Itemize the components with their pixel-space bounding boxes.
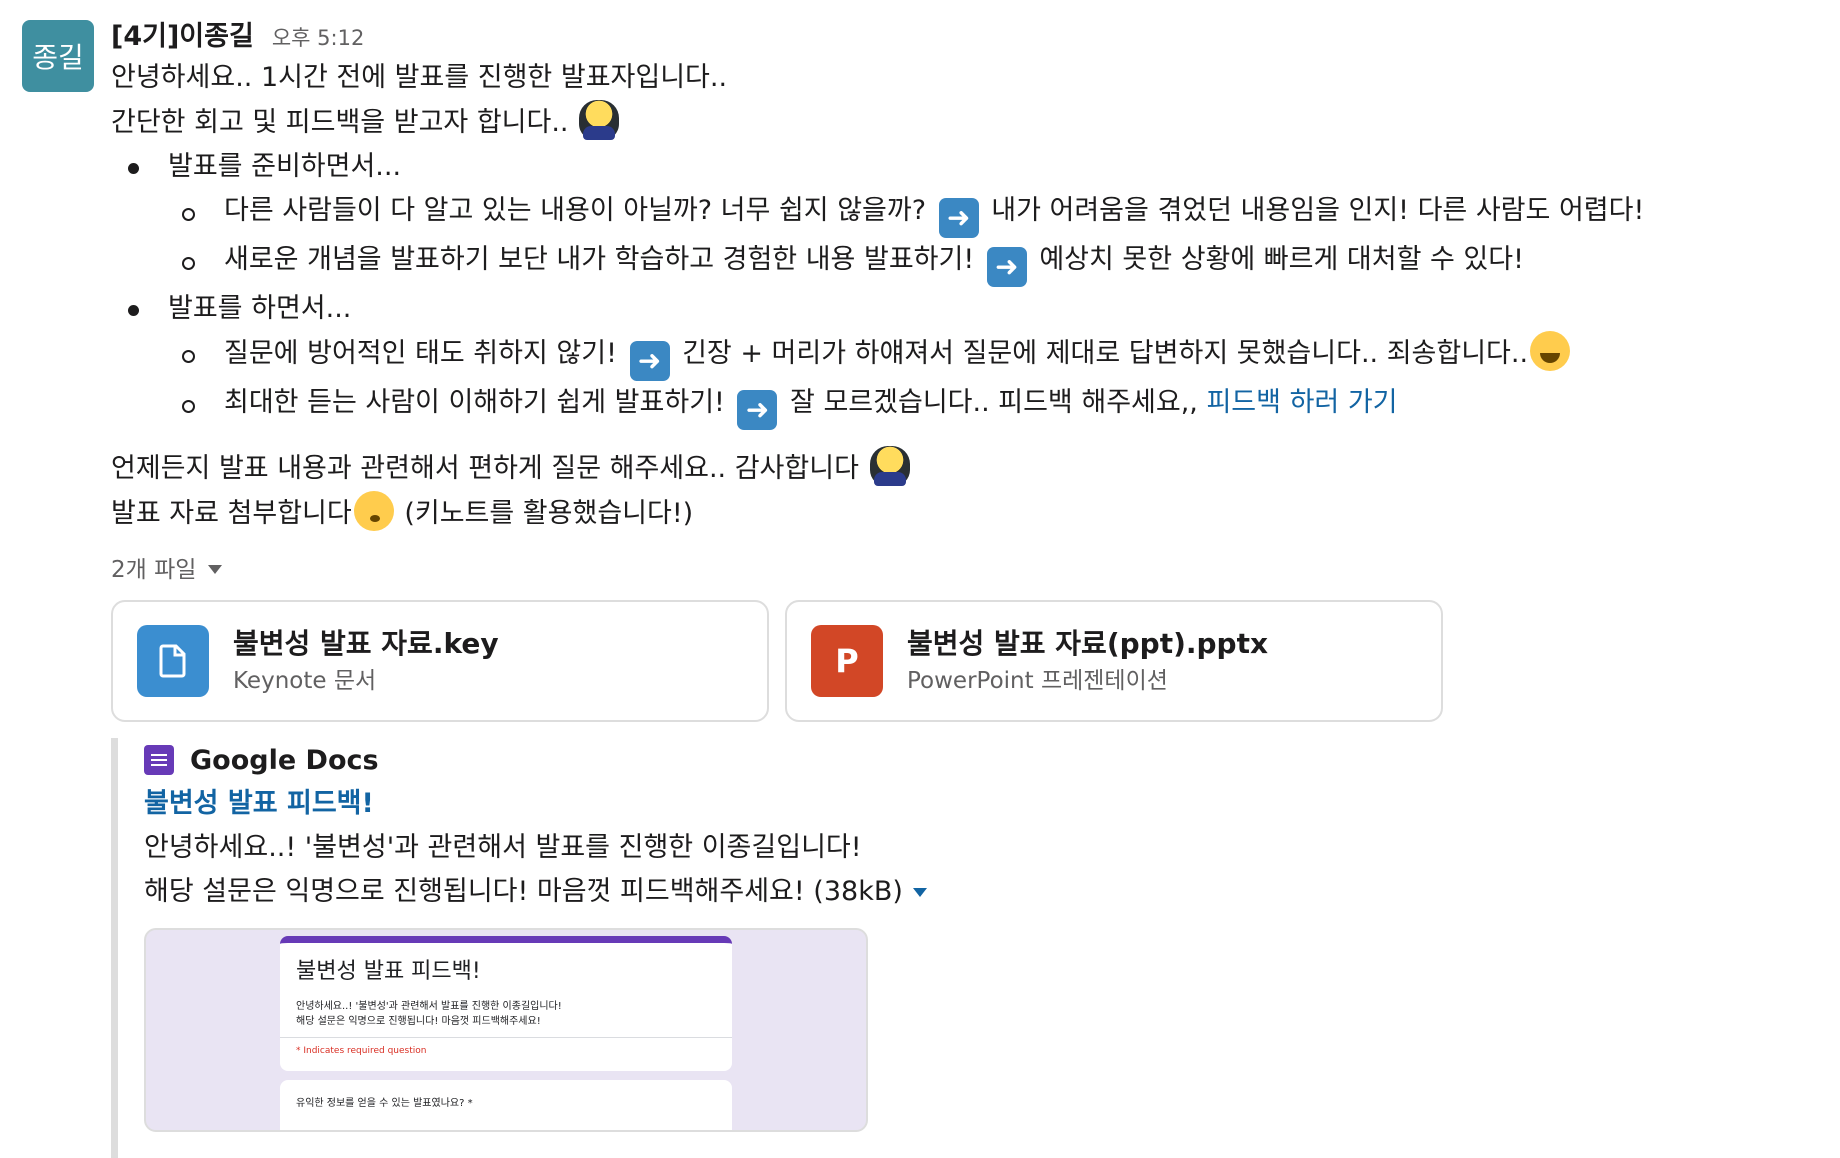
- caret-down-icon[interactable]: [912, 888, 927, 897]
- list-item-text: 다른 사람들이 다 알고 있는 내용이 아닐까? 너무 쉽지 않을까?: [224, 195, 935, 226]
- form-header-card: 불변성 발표 피드백! 안녕하세요..! '불변성'과 관련해서 발표를 진행한…: [280, 936, 732, 1071]
- message-text: 언제든지 발표 내용과 관련해서 편하게 질문 해주세요.. 감사합니다: [111, 453, 868, 484]
- unfurl-description: 해당 설문은 익명으로 진행됩니다! 마음껏 피드백해주세요! (38kB): [144, 870, 1811, 914]
- message-text: (키노트를 활용했습니다!): [395, 498, 694, 529]
- bowing-person-icon: [579, 100, 620, 140]
- arrow-right-icon: ➜: [938, 198, 979, 238]
- arrow-right-icon: ➜: [986, 247, 1027, 287]
- link-unfurl: Google Docs 불변성 발표 피드백! 안녕하세요..! '불변성'과 …: [111, 738, 1811, 1158]
- form-title: 불변성 발표 피드백!: [296, 959, 481, 984]
- list-item-text: 질문에 방어적인 태도 취하지 않기!: [224, 338, 626, 369]
- bowing-person-icon: [869, 446, 910, 486]
- list-item-text: 예상치 못한 상황에 빠르게 대처할 수 있다!: [1030, 244, 1524, 275]
- arrow-right-icon: ➜: [629, 341, 670, 381]
- list-item: 최대한 듣는 사람이 이해하기 쉽게 발표하기! ➜ 잘 모르겠습니다.. 피드…: [111, 381, 1811, 430]
- caret-down-icon: [208, 565, 223, 574]
- unfurl-description-text: 해당 설문은 익명으로 진행됩니다! 마음껏 피드백해주세요! (38kB): [144, 876, 903, 907]
- file-type: PowerPoint 프레젠테이션: [907, 668, 1168, 694]
- message-line: 발표 자료 첨부합니다 (키노트를 활용했습니다!): [111, 491, 1811, 536]
- author-name[interactable]: [4기]이종길: [111, 14, 254, 53]
- list-item-text: 최대한 듣는 사람이 이해하기 쉽게 발표하기!: [224, 387, 734, 418]
- form-description: 해당 설문은 익명으로 진행됩니다! 마음껏 피드백해주세요!: [296, 1016, 541, 1027]
- files-toggle[interactable]: 2개 파일: [111, 550, 1811, 590]
- message-text: 간단한 회고 및 피드백을 받고자 합니다..: [111, 107, 578, 138]
- files-count: 2개 파일: [111, 557, 197, 583]
- google-docs-icon: [144, 745, 174, 775]
- file-name[interactable]: 불변성 발표 자료(ppt).pptx: [907, 624, 1268, 664]
- timestamp[interactable]: 오후 5:12: [272, 22, 364, 52]
- list-item: 발표를 하면서...: [111, 287, 1811, 331]
- message-line: 간단한 회고 및 피드백을 받고자 합니다..: [111, 100, 1811, 145]
- file-card-keynote[interactable]: 불변성 발표 자료.key Keynote 문서: [111, 600, 769, 722]
- required-note: * Indicates required question: [296, 1046, 427, 1056]
- unfurl-service: Google Docs: [144, 738, 1811, 782]
- avatar[interactable]: 종길: [22, 20, 94, 92]
- kissing-face-icon: [353, 491, 394, 531]
- arrow-right-icon: ➜: [737, 390, 778, 430]
- service-name: Google Docs: [190, 744, 379, 776]
- message-line: 언제든지 발표 내용과 관련해서 편하게 질문 해주세요.. 감사합니다: [111, 446, 1811, 491]
- form-question-card: 유익한 정보를 얻을 수 있는 발표였나요? *: [280, 1080, 732, 1130]
- list-item: 발표를 준비하면서...: [111, 145, 1811, 189]
- file-card-powerpoint[interactable]: P 불변성 발표 자료(ppt).pptx PowerPoint 프레젠테이션: [785, 600, 1443, 722]
- list-item: 새로운 개념을 발표하기 보단 내가 학습하고 경험한 내용 발표하기! ➜ 예…: [111, 238, 1811, 287]
- message-line: 안녕하세요.. 1시간 전에 발표를 진행한 발표자입니다..: [111, 56, 1811, 100]
- unfurl-title-link[interactable]: 불변성 발표 피드백!: [144, 782, 1811, 826]
- list-item-text: 잘 모르겠습니다.. 피드백 해주세요,,: [781, 387, 1207, 418]
- message-text: 발표 자료 첨부합니다: [111, 498, 352, 529]
- divider: [280, 1037, 732, 1038]
- feedback-link[interactable]: 피드백 하러 가기: [1206, 387, 1397, 418]
- message-header: [4기]이종길 오후 5:12: [111, 14, 1811, 56]
- list-item-text: 긴장 + 머리가 하얘져서 질문에 제대로 답변하지 못했습니다.. 죄송합니다…: [673, 338, 1529, 369]
- list-item: 질문에 방어적인 태도 취하지 않기! ➜ 긴장 + 머리가 하얘져서 질문에 …: [111, 331, 1811, 381]
- face-with-tears-of-joy-icon: [1530, 331, 1571, 371]
- list-item-text: 새로운 개념을 발표하기 보단 내가 학습하고 경험한 내용 발표하기!: [224, 244, 983, 275]
- form-description: 안녕하세요..! '불변성'과 관련해서 발표를 진행한 이종길입니다!: [296, 1001, 562, 1012]
- file-list: 불변성 발표 자료.key Keynote 문서 P 불변성 발표 자료(ppt…: [111, 600, 1811, 722]
- list-item-text: 발표를 준비하면서...: [168, 151, 402, 182]
- list-item: 다른 사람들이 다 알고 있는 내용이 아닐까? 너무 쉽지 않을까? ➜ 내가…: [111, 189, 1811, 238]
- message: [4기]이종길 오후 5:12 안녕하세요.. 1시간 전에 발표를 진행한 발…: [111, 14, 1811, 1158]
- message-text: 안녕하세요.. 1시간 전에 발표를 진행한 발표자입니다..: [111, 62, 728, 93]
- file-name[interactable]: 불변성 발표 자료.key: [233, 624, 499, 664]
- list-item-text: 내가 어려움을 겪었던 내용임을 인지! 다른 사람도 어렵다!: [982, 195, 1645, 226]
- file-type: Keynote 문서: [233, 668, 377, 694]
- form-preview-image[interactable]: 불변성 발표 피드백! 안녕하세요..! '불변성'과 관련해서 발표를 진행한…: [144, 928, 868, 1132]
- document-icon: [137, 625, 209, 697]
- form-question: 유익한 정보를 얻을 수 있는 발표였나요? *: [296, 1098, 473, 1109]
- list-item-text: 발표를 하면서...: [168, 293, 352, 324]
- unfurl-description: 안녕하세요..! '불변성'과 관련해서 발표를 진행한 이종길입니다!: [144, 832, 862, 863]
- powerpoint-icon: P: [811, 625, 883, 697]
